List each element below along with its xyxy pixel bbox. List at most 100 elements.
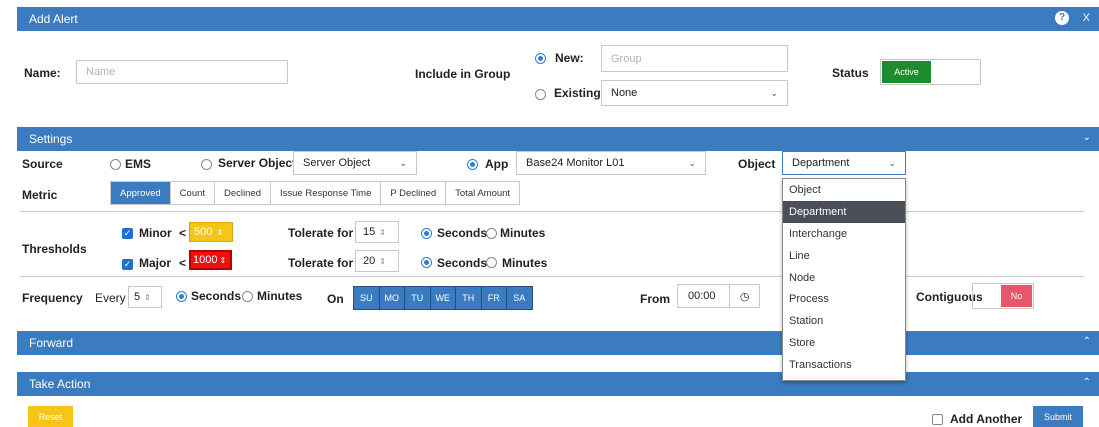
name-input[interactable]: Name (76, 60, 288, 84)
new-label: New: (555, 51, 584, 65)
minor-minutes-label: Minutes (500, 226, 546, 240)
clock-icon[interactable]: ◷ (729, 285, 759, 307)
chevron-down-icon: ⌄ (688, 157, 696, 168)
from-label: From (640, 292, 670, 306)
option-station[interactable]: Station (783, 310, 905, 332)
option-object[interactable]: Object (783, 179, 905, 201)
contiguous-toggle[interactable]: No (972, 283, 1034, 309)
app-label: App (485, 157, 509, 171)
add-alert-header: Add Alert ? X (17, 7, 1099, 31)
add-another-label: Add Another (950, 412, 1023, 426)
group-input[interactable]: Group (601, 45, 788, 72)
submit-button[interactable]: Submit (1033, 406, 1083, 427)
from-time-input[interactable]: 00:00 ◷ (677, 284, 760, 308)
option-interchange[interactable]: Interchange (783, 223, 905, 245)
minor-tolerate-label: Tolerate for (288, 226, 354, 240)
minor-label: Minor (139, 226, 172, 240)
day-mo[interactable]: MO (378, 286, 405, 310)
forward-header[interactable]: Forward ⌃ (17, 331, 1099, 355)
day-th[interactable]: TH (455, 286, 482, 310)
minor-checkbox[interactable]: ✓ (122, 228, 133, 239)
chevron-down-icon: ⌄ (770, 87, 778, 98)
help-icon[interactable]: ? (1055, 11, 1069, 25)
option-line[interactable]: Line (783, 245, 905, 267)
app-select[interactable]: Base24 Monitor L01 ⌄ (516, 151, 706, 175)
option-store[interactable]: Store (783, 332, 905, 354)
frequency-seconds-label: Seconds (191, 289, 242, 303)
object-label: Object (738, 157, 776, 171)
object-dropdown-list: Object Department Interchange Line Node … (782, 178, 906, 381)
major-tolerate-label: Tolerate for (288, 256, 354, 270)
major-minutes-radio[interactable] (486, 257, 497, 268)
major-minutes-label: Minutes (502, 256, 548, 270)
day-we[interactable]: WE (429, 286, 456, 310)
minor-value-input[interactable]: 500 ⇕ (189, 222, 233, 242)
forward-title: Forward (29, 336, 74, 350)
settings-title: Settings (29, 132, 73, 146)
metric-count[interactable]: Count (171, 182, 216, 204)
major-seconds-radio[interactable] (421, 257, 432, 268)
metric-total-amount[interactable]: Total Amount (446, 182, 519, 204)
reset-button[interactable]: Reset (28, 406, 73, 427)
minor-operator: < (179, 226, 187, 240)
ems-radio[interactable] (110, 159, 121, 170)
take-action-header[interactable]: Take Action ⌃ (17, 372, 1099, 396)
day-su[interactable]: SU (353, 286, 380, 310)
object-select[interactable]: Department ⌄ (782, 151, 906, 175)
chevron-down-icon: ⌄ (399, 157, 407, 168)
day-sa[interactable]: SA (506, 286, 533, 310)
major-tolerate-value: 20 (363, 255, 376, 267)
minor-minutes-radio[interactable] (486, 228, 497, 239)
metric-issue-response-time[interactable]: Issue Response Time (271, 182, 382, 204)
status-toggle[interactable]: Active (880, 59, 981, 85)
major-label: Major (139, 256, 172, 270)
option-transactions[interactable]: Transactions (783, 354, 905, 376)
existing-group-select[interactable]: None ⌄ (601, 80, 788, 106)
spinner-icon: ⇕ (144, 292, 151, 302)
minor-value: 500 (194, 226, 213, 238)
close-button[interactable]: X (1083, 12, 1090, 24)
source-label: Source (22, 157, 63, 171)
app-radio[interactable] (467, 159, 478, 170)
status-label: Status (832, 66, 869, 80)
spinner-icon: ⇕ (216, 227, 224, 237)
option-department[interactable]: Department (783, 200, 905, 223)
existing-group-radio[interactable] (535, 89, 546, 100)
option-node[interactable]: Node (783, 267, 905, 289)
every-label: Every (95, 291, 126, 305)
metric-declined[interactable]: Declined (215, 182, 271, 204)
frequency-minutes-radio[interactable] (242, 291, 253, 302)
include-in-group-label: Include in Group (415, 67, 511, 81)
new-group-radio[interactable] (535, 53, 546, 64)
server-object-select[interactable]: Server Object ⌄ (293, 151, 417, 175)
major-checkbox[interactable]: ✓ (122, 259, 133, 270)
take-action-title: Take Action (29, 377, 91, 391)
group-placeholder: Group (611, 52, 642, 65)
major-operator: < (179, 256, 187, 270)
major-tolerate-input[interactable]: 20 ⇕ (355, 250, 399, 272)
divider (20, 211, 1084, 212)
minor-seconds-label: Seconds (437, 226, 488, 240)
major-value: 1000 (193, 254, 218, 266)
metric-label: Metric (22, 188, 58, 202)
frequency-seconds-radio[interactable] (176, 291, 187, 302)
server-object-label: Server Object (218, 156, 297, 170)
add-another-checkbox[interactable] (932, 414, 943, 425)
option-process[interactable]: Process (783, 288, 905, 310)
contiguous-no: No (1001, 285, 1032, 307)
day-fr[interactable]: FR (480, 286, 507, 310)
minor-seconds-radio[interactable] (421, 228, 432, 239)
day-tu[interactable]: TU (404, 286, 431, 310)
on-label: On (327, 292, 344, 306)
chevron-up-icon: ⌃ (1082, 336, 1091, 347)
metric-p-declined[interactable]: P Declined (381, 182, 447, 204)
minor-tolerate-input[interactable]: 15 ⇕ (355, 221, 399, 243)
metric-approved[interactable]: Approved (111, 182, 171, 204)
every-input[interactable]: 5 ⇕ (128, 286, 162, 308)
server-object-radio[interactable] (201, 159, 212, 170)
frequency-label: Frequency (22, 291, 83, 305)
ems-label: EMS (125, 157, 152, 171)
major-value-input[interactable]: 1000 ⇕ (189, 250, 232, 270)
metric-selector: Approved Count Declined Issue Response T… (110, 181, 521, 205)
settings-header[interactable]: Settings ⌄ (17, 127, 1099, 151)
